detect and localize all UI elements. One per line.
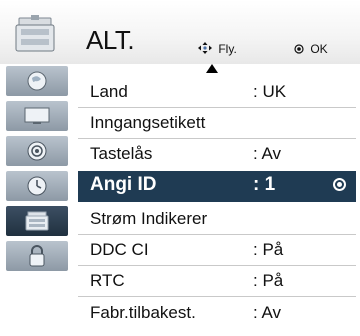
menu-item-label: Tastelås — [90, 144, 153, 163]
menu-item-label: Strøm Indikerer — [90, 209, 208, 228]
menu-item-strom-indikerer[interactable]: Strøm Indikerer — [78, 204, 356, 234]
move-hint: Fly. — [198, 42, 237, 56]
menu-title: ALT. — [86, 25, 135, 55]
menu-item-value: : UK — [253, 82, 287, 101]
menu-item-value: : På — [253, 271, 284, 290]
setup-suitcase-icon — [6, 6, 64, 62]
move-hint-label: Fly. — [218, 42, 237, 56]
menu-item-fabr-tilbakest[interactable]: Fabr.tilbakest. : Av — [78, 298, 356, 328]
menu-item-tastelas[interactable]: Tastelås : Av — [78, 139, 356, 169]
scroll-up-arrow-icon[interactable] — [206, 64, 218, 73]
menu-item-inngangsetikett[interactable]: Inngangsetikett — [78, 108, 356, 138]
menu-item-label: Angi ID — [90, 174, 157, 195]
tv-picture-icon — [24, 107, 50, 124]
sidebar-item-option[interactable] — [6, 206, 68, 236]
menu-item-value: : Av — [253, 303, 282, 322]
ok-hint: OK — [294, 42, 328, 56]
menu-item-value: : På — [253, 240, 284, 259]
clock-time-icon — [27, 176, 47, 196]
four-way-arrow-icon — [198, 42, 215, 56]
menu-item-label: DDC CI — [90, 240, 149, 259]
option-menu-list: Land : UK Inngangsetikett Tastelås : Av … — [78, 64, 360, 336]
category-sidebar — [0, 64, 78, 336]
sidebar-item-channel[interactable] — [6, 66, 68, 96]
menu-item-angi-id[interactable]: Angi ID : 1 — [78, 171, 356, 202]
tv-osd-menu: ALT. Fly. OK Land: UK Inngangsetikett T… — [0, 0, 360, 336]
menu-item-value: : Av — [253, 144, 282, 163]
ok-hint-label: OK — [310, 42, 328, 56]
lock-icon — [29, 245, 45, 267]
speaker-audio-icon — [27, 141, 47, 161]
menu-item-value: : 1 — [253, 174, 276, 195]
globe-icon — [27, 71, 47, 91]
sidebar-item-lock[interactable] — [6, 241, 68, 271]
menu-item-rtc[interactable]: RTC : På — [78, 266, 356, 296]
menu-item-label: Fabr.tilbakest. — [90, 303, 196, 322]
menu-item-land[interactable]: Land : UK — [78, 77, 356, 107]
menu-item-label: Inngangsetikett — [90, 113, 206, 132]
ok-button-icon — [294, 42, 307, 56]
menu-item-label: Land — [90, 82, 128, 101]
sidebar-item-audio[interactable] — [6, 136, 68, 166]
menu-item-ddc-ci[interactable]: DDC CI : På — [78, 235, 356, 265]
menu-divider — [78, 296, 356, 297]
sidebar-item-picture[interactable] — [6, 101, 68, 131]
ok-select-icon — [333, 178, 346, 191]
sidebar-item-time[interactable] — [6, 171, 68, 201]
option-suitcase-icon — [25, 211, 49, 231]
menu-header: ALT. Fly. OK — [0, 0, 360, 64]
menu-item-label: RTC — [90, 271, 125, 290]
